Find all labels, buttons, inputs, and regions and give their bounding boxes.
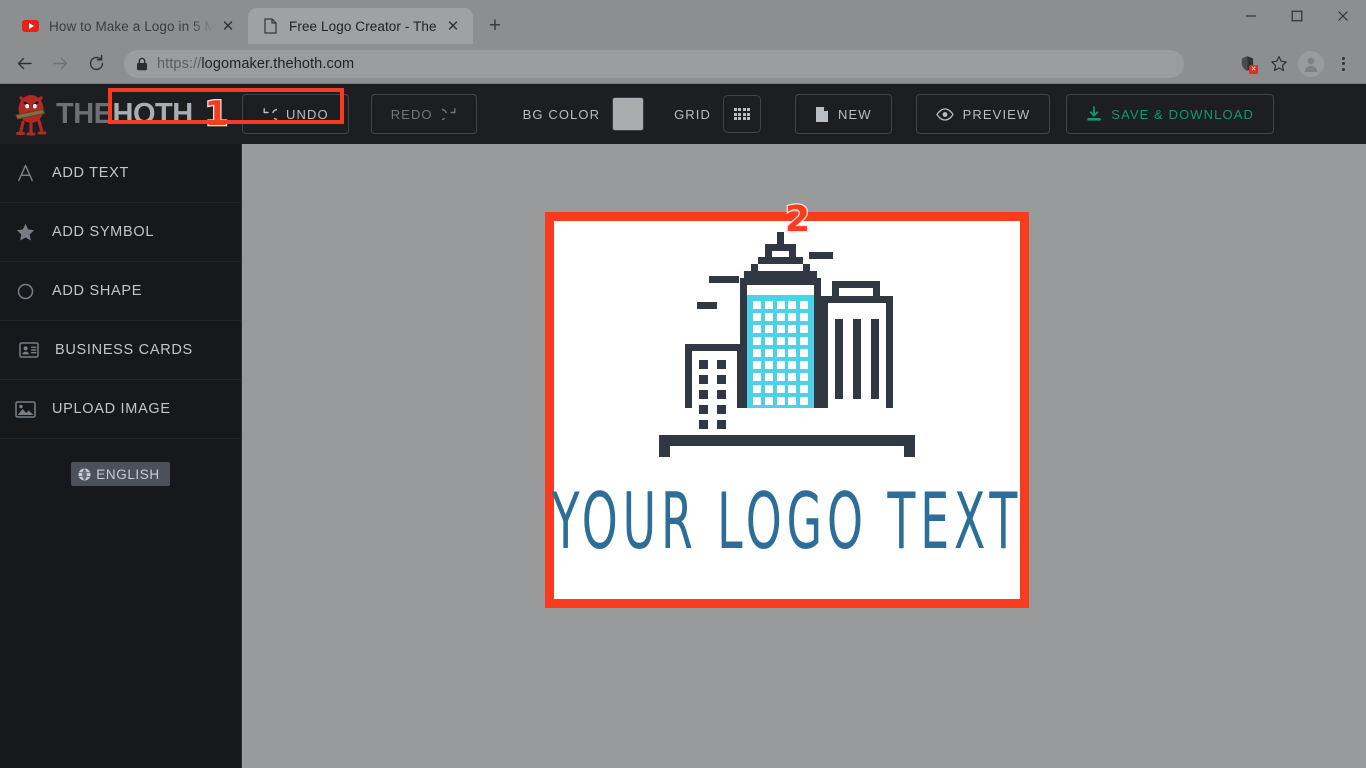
sidebar: ADD TEXT ADD SYMBOL ADD SHAPE BUSINESS C… xyxy=(0,144,242,768)
brand-hoth: HOTH xyxy=(113,98,193,130)
grid-label: GRID xyxy=(674,107,711,122)
preview-label: PREVIEW xyxy=(963,107,1031,122)
preview-button[interactable]: PREVIEW xyxy=(916,94,1051,134)
download-icon xyxy=(1086,106,1102,122)
sidebar-item-label: BUSINESS CARDS xyxy=(55,342,193,358)
omnibox-actions: ✕ xyxy=(1232,49,1358,79)
image-icon xyxy=(14,401,36,418)
tab-close-button[interactable]: ✕ xyxy=(443,16,463,36)
bookmark-star-icon[interactable] xyxy=(1264,49,1294,79)
reload-icon[interactable] xyxy=(80,48,112,80)
language-selector[interactable]: ENGLISH xyxy=(71,462,169,486)
maximize-icon[interactable] xyxy=(1274,0,1320,32)
logo-canvas-selection[interactable]: YOUR LOGO TEXT xyxy=(545,212,1029,608)
workspace: ADD TEXT ADD SYMBOL ADD SHAPE BUSINESS C… xyxy=(0,144,1366,768)
eye-icon xyxy=(936,108,954,121)
brand-logo[interactable]: THEHOTH 1 xyxy=(12,92,242,136)
url-text: https://logomaker.thehoth.com xyxy=(157,56,354,72)
language-label: ENGLISH xyxy=(96,467,159,482)
search-input[interactable]: https://logomaker.thehoth.com xyxy=(124,50,1184,78)
toolbar-buttons: UNDO REDO BG COLOR GRID NEW xyxy=(242,94,1274,134)
new-document-icon xyxy=(815,106,829,123)
bg-color-label: BG COLOR xyxy=(523,107,600,122)
forward-arrow-icon xyxy=(44,48,76,80)
page-icon xyxy=(262,18,279,35)
city-buildings-icon[interactable] xyxy=(637,229,937,489)
avatar xyxy=(1298,51,1324,77)
annotation-2: 2 xyxy=(785,202,810,238)
redo-button[interactable]: REDO xyxy=(371,94,477,134)
circle-icon xyxy=(14,283,36,300)
browser-tab-active[interactable]: Free Logo Creator - The HOTH ✕ xyxy=(248,8,473,44)
save-label: SAVE & DOWNLOAD xyxy=(1111,107,1254,122)
logo-text[interactable]: YOUR LOGO TEXT xyxy=(552,483,1023,561)
sidebar-item-label: ADD TEXT xyxy=(52,165,129,181)
redo-icon xyxy=(442,107,457,122)
undo-icon xyxy=(262,107,277,122)
sidebar-item-business-cards[interactable]: BUSINESS CARDS xyxy=(0,321,241,380)
brand-the: THE xyxy=(56,98,113,130)
new-tab-button[interactable]: + xyxy=(480,11,510,41)
sidebar-item-add-text[interactable]: ADD TEXT xyxy=(0,144,241,203)
logo-canvas[interactable]: YOUR LOGO TEXT xyxy=(554,221,1020,599)
minimize-icon[interactable] xyxy=(1228,0,1274,32)
text-a-icon xyxy=(14,164,36,182)
sidebar-item-add-shape[interactable]: ADD SHAPE xyxy=(0,262,241,321)
tab-title: Free Logo Creator - The HOTH xyxy=(289,19,439,34)
profile-avatar-icon[interactable] xyxy=(1296,49,1326,79)
sidebar-item-upload-image[interactable]: UPLOAD IMAGE xyxy=(0,380,241,439)
star-icon xyxy=(14,223,36,241)
youtube-icon xyxy=(22,18,39,35)
id-card-icon xyxy=(18,342,40,358)
close-icon[interactable] xyxy=(1320,0,1366,32)
cookie-blocked-icon[interactable]: ✕ xyxy=(1232,49,1262,79)
undo-label: UNDO xyxy=(286,107,329,122)
tab-title: How to Make a Logo in 5 Minutes xyxy=(49,19,214,34)
undo-button[interactable]: UNDO xyxy=(242,94,349,134)
bg-color-swatch[interactable] xyxy=(612,97,644,131)
browser-address-bar: https://logomaker.thehoth.com ✕ xyxy=(0,44,1366,84)
grid-icon xyxy=(734,108,751,120)
sidebar-item-label: UPLOAD IMAGE xyxy=(52,401,171,417)
window-controls xyxy=(1228,0,1366,44)
lock-icon xyxy=(136,57,148,71)
globe-icon xyxy=(78,468,91,481)
url-input-wrapper[interactable]: https://logomaker.thehoth.com xyxy=(124,50,1226,78)
browser-tab-bar: How to Make a Logo in 5 Minutes ✕ Free L… xyxy=(0,0,1366,44)
sidebar-item-add-symbol[interactable]: ADD SYMBOL xyxy=(0,203,241,262)
back-arrow-icon[interactable] xyxy=(8,48,40,80)
annotation-1: 1 xyxy=(205,97,229,131)
blocked-badge: ✕ xyxy=(1249,65,1258,74)
sidebar-item-label: ADD SYMBOL xyxy=(52,224,154,240)
language-selector-wrapper: ENGLISH xyxy=(0,439,241,486)
browser-tab-inactive[interactable]: How to Make a Logo in 5 Minutes ✕ xyxy=(8,8,248,44)
url-scheme: https:// xyxy=(157,56,201,72)
new-label: NEW xyxy=(838,107,872,122)
tab-close-button[interactable]: ✕ xyxy=(218,16,238,36)
grid-control[interactable]: GRID xyxy=(674,95,761,133)
three-dot-menu-icon[interactable] xyxy=(1328,49,1358,79)
brand-text: THEHOTH xyxy=(56,100,193,129)
url-host: logomaker.thehoth.com xyxy=(201,56,354,72)
new-button[interactable]: NEW xyxy=(795,94,892,134)
redo-label: REDO xyxy=(391,107,433,122)
save-download-button[interactable]: SAVE & DOWNLOAD xyxy=(1066,94,1274,134)
bg-color-control[interactable]: BG COLOR xyxy=(523,97,644,131)
tabstrip: How to Make a Logo in 5 Minutes ✕ Free L… xyxy=(0,0,1228,44)
hoth-mascot-icon xyxy=(12,92,52,136)
logo-canvas-area[interactable]: YOUR LOGO TEXT 2 xyxy=(242,144,1366,768)
app-toolbar: THEHOTH 1 UNDO REDO BG COLOR GRID xyxy=(0,84,1366,144)
sidebar-item-label: ADD SHAPE xyxy=(52,283,142,299)
grid-toggle-button[interactable] xyxy=(723,95,761,133)
